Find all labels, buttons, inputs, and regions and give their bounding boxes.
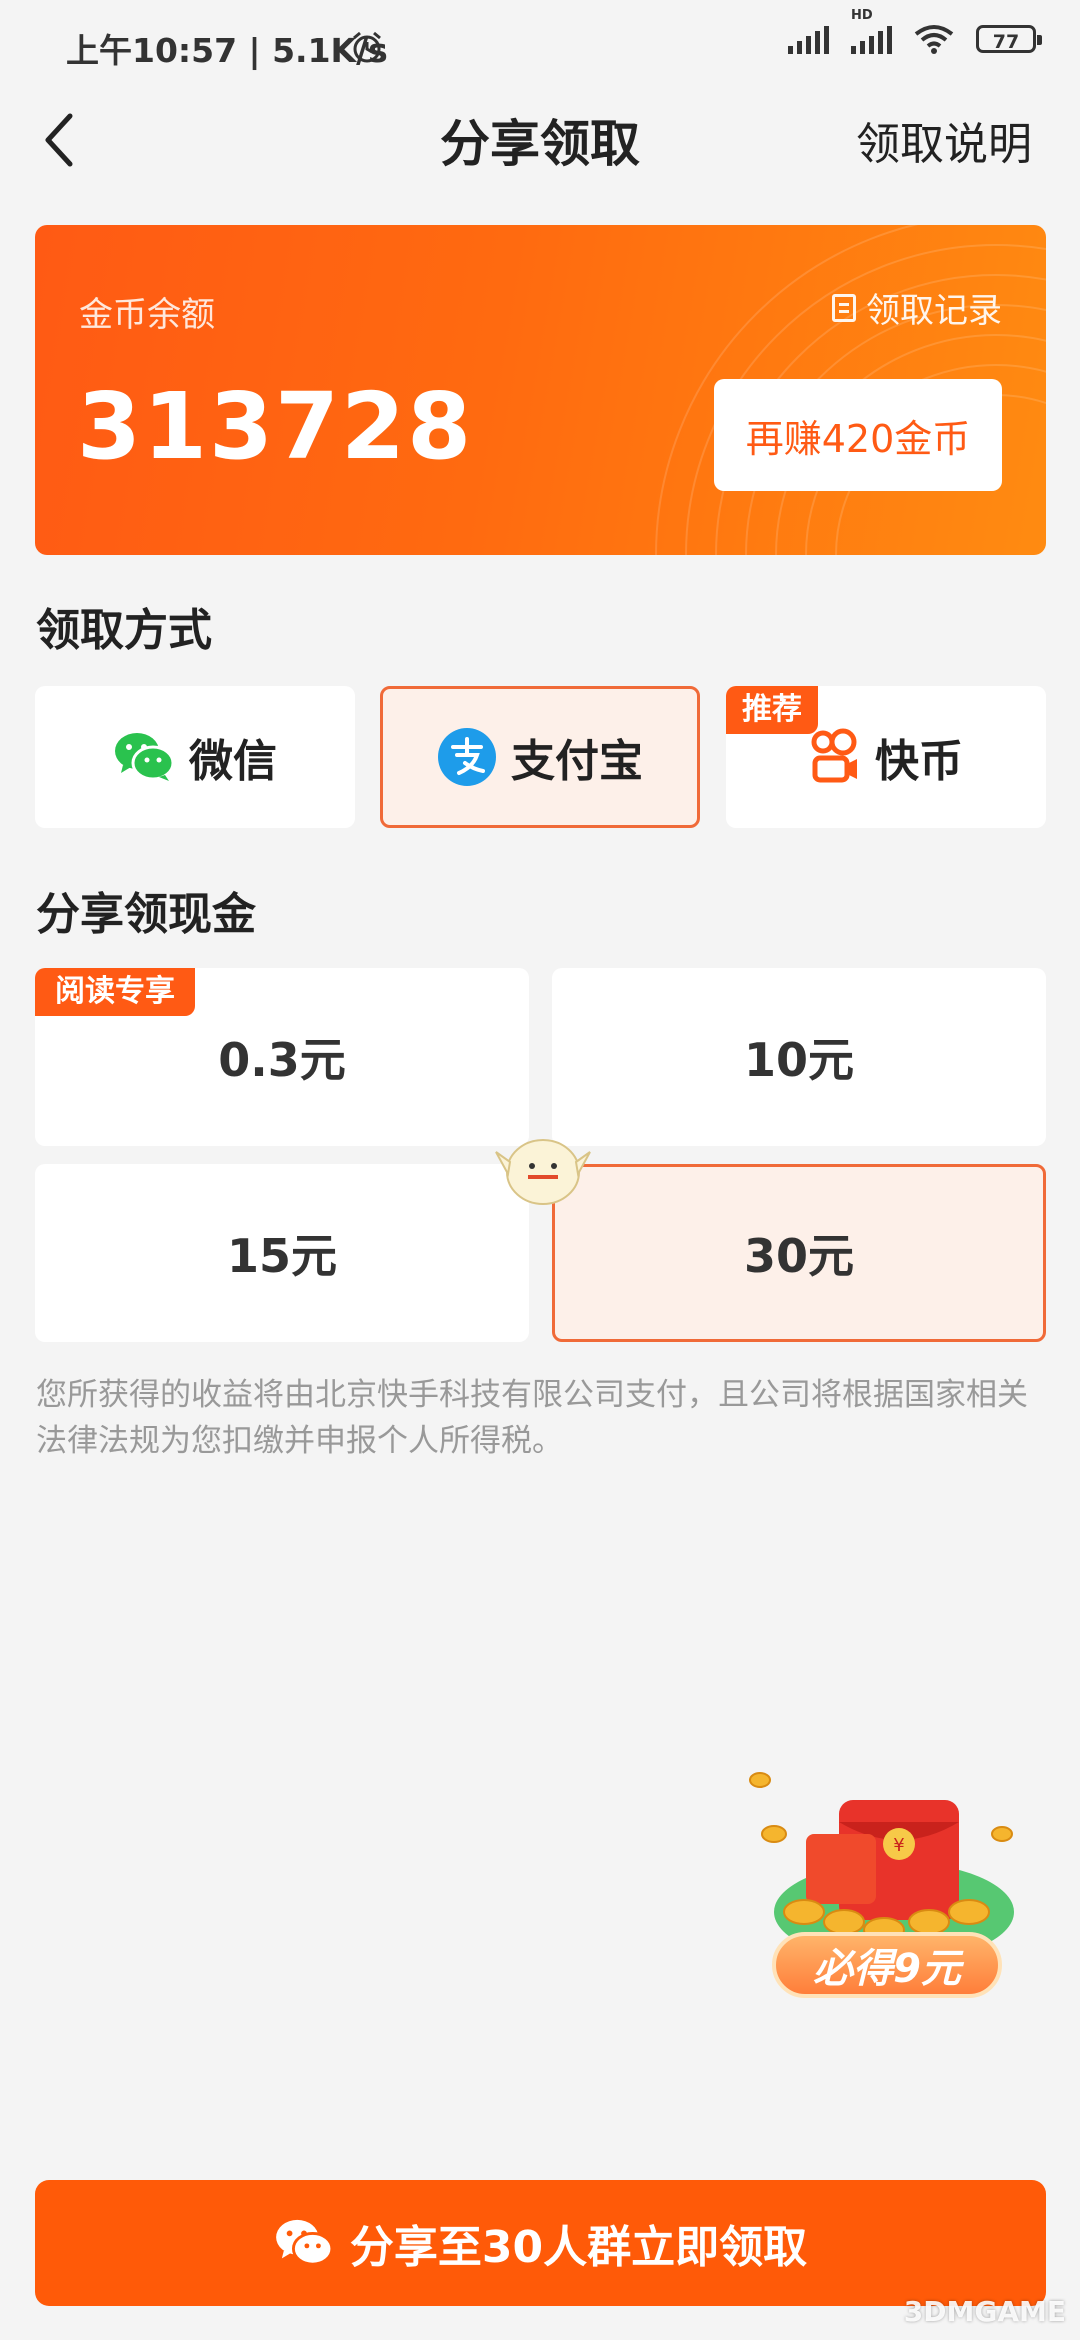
- status-icons: HD 77: [788, 8, 1042, 54]
- svg-text:¥: ¥: [893, 1835, 904, 1856]
- promo-widget[interactable]: ¥ 必得9元: [744, 1762, 1034, 2006]
- tax-notice: 您所获得的收益将由北京快手科技有限公司支付，且公司将根据国家相关法律法规为您扣缴…: [36, 1377, 1028, 1459]
- amount-option[interactable]: 30元: [552, 1164, 1046, 1342]
- method-label: 支付宝: [511, 736, 643, 787]
- amount-label: 0.3元: [218, 1033, 346, 1087]
- cta-label: 分享至30人群立即领取: [349, 2222, 808, 2273]
- method-option-kuaibi[interactable]: 推荐 快币: [726, 686, 1046, 828]
- amount-option[interactable]: 15元: [35, 1164, 529, 1342]
- amount-label: 15元: [226, 1229, 337, 1283]
- reading-exclusive-tag: 阅读专享: [35, 968, 195, 1016]
- method-label: 微信: [189, 736, 277, 787]
- alarm-clock-icon: [353, 31, 381, 63]
- amount-option[interactable]: 10元: [552, 968, 1046, 1146]
- watermark: 3DMGAME: [904, 2295, 1066, 2328]
- alarm-icon: [488, 24, 522, 58]
- amount-label: 10元: [743, 1033, 854, 1087]
- watermark-text: 3DMGAME: [903, 2295, 1066, 2328]
- amount-option[interactable]: 阅读专享 0.3元: [35, 968, 529, 1146]
- record-link-label: 领取记录: [866, 291, 1002, 331]
- network-badge: HD: [851, 8, 873, 23]
- record-list-icon: [832, 293, 856, 322]
- wifi-icon: [914, 25, 954, 54]
- kuaishou-icon: [811, 728, 857, 783]
- method-option-alipay[interactable]: 支付宝: [380, 686, 700, 828]
- mascot-icon: [495, 1139, 591, 1205]
- wechat-icon: [275, 2219, 334, 2266]
- wechat-icon: [115, 733, 175, 781]
- recommend-tag: 推荐: [726, 686, 818, 734]
- balance-card: 金币余额 领取记录 313728 再赚420金币: [35, 225, 1046, 555]
- help-link[interactable]: 领取说明: [856, 108, 1032, 172]
- cash-section-title: 分享领现金: [36, 889, 256, 940]
- signal-hd-icon: HD: [851, 8, 892, 54]
- method-section-title: 领取方式: [36, 605, 212, 656]
- status-time: 上午10:57 | 5.1K/s: [66, 31, 388, 70]
- balance-label: 金币余额: [79, 295, 215, 335]
- amount-label: 30元: [743, 1229, 854, 1283]
- share-claim-button[interactable]: 分享至30人群立即领取: [35, 2180, 1046, 2306]
- alipay-icon: [438, 728, 496, 786]
- promo-badge: 必得9元: [772, 1932, 1002, 1998]
- signal-icon: [788, 24, 829, 54]
- status-bar: 上午10:57 | 5.1K/s HD 77: [0, 0, 1080, 72]
- record-link[interactable]: 领取记录: [832, 283, 1002, 332]
- method-label: 快币: [875, 736, 963, 787]
- coin-balance: 313728: [77, 373, 474, 480]
- battery-icon: 77: [976, 25, 1042, 53]
- earn-more-button[interactable]: 再赚420金币: [714, 379, 1002, 491]
- method-option-wechat[interactable]: 微信: [35, 686, 355, 828]
